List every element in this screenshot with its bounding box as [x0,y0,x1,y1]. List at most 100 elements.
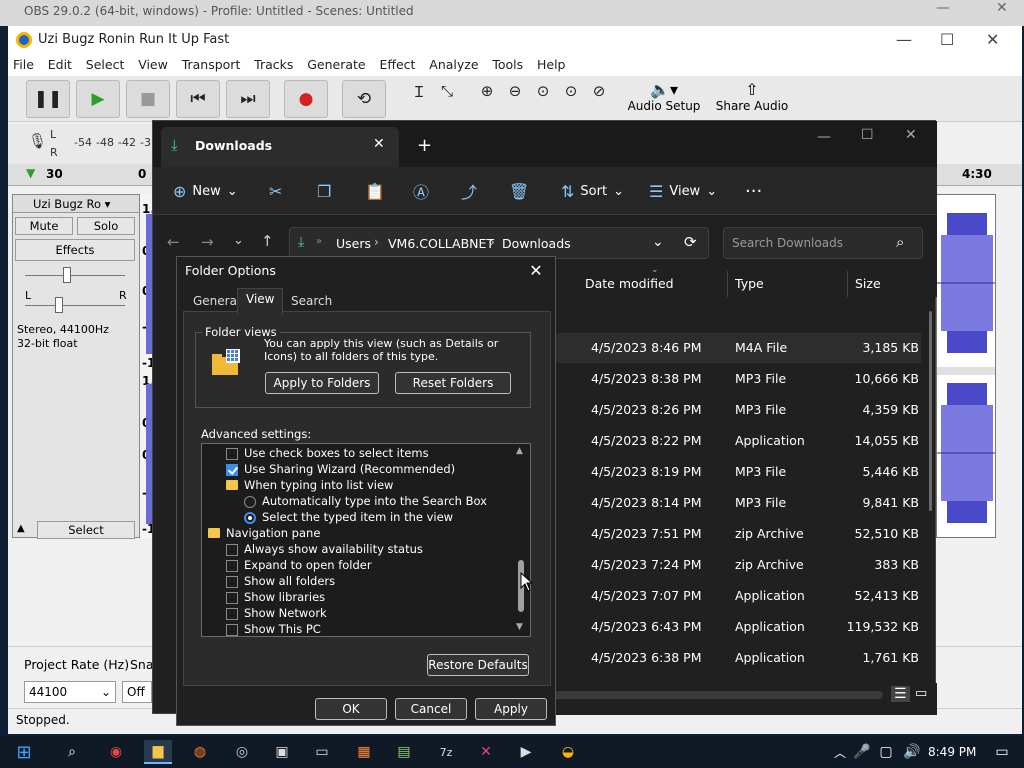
share-audio-button[interactable]: ⇧ Share Audio [714,80,790,120]
zoom-in-icon[interactable]: ⊕ [474,80,500,102]
apply-to-folders-button[interactable]: Apply to Folders [265,372,379,394]
table-row[interactable]: 4/5/2023 8:22 PM Application 14,055 KB [553,426,921,456]
solo-button[interactable]: Solo [77,217,135,235]
notification-icon[interactable]: ▭ [988,740,1016,764]
cut-button[interactable]: ✂ [269,179,282,203]
loop-button[interactable]: ⟲ [342,80,386,118]
gain-slider[interactable] [25,275,125,276]
recording-meter[interactable]: 🎙 L R -54 -48 -42 -3 [8,124,158,164]
obs-close-icon[interactable]: ✕ [996,0,1008,16]
column-type[interactable]: Type [735,276,764,291]
table-row[interactable]: 4/5/2023 7:51 PM zip Archive 52,510 KB [553,519,921,549]
fit-project-icon[interactable]: ⊙ [558,80,584,102]
new-button[interactable]: ⊕ New ⌄ [173,179,238,203]
breadcrumb-downloads[interactable]: Downloads [502,236,571,251]
tiles-view-icon[interactable]: ▭ [915,686,927,701]
checkbox[interactable] [226,560,238,572]
chrome-icon[interactable]: ◉ [102,740,130,764]
address-bar[interactable]: ⤓ » Users › VM6.COLLABNET › Downloads ⌄ … [289,227,709,259]
terminal-icon[interactable]: ▭ [308,740,336,764]
restore-defaults-button[interactable]: Restore Defaults [427,654,529,676]
checkbox[interactable] [226,576,238,588]
copy-button[interactable]: ❐ [317,179,331,203]
radio-button[interactable] [244,496,256,508]
radio-button-selected[interactable] [244,512,256,524]
effects-button[interactable]: Effects [15,239,135,261]
horizontal-scrollbar[interactable] [553,691,883,699]
checkbox[interactable] [226,624,238,636]
breadcrumb-user[interactable]: VM6.COLLABNET [388,236,494,251]
rename-button[interactable]: Ⓐ [413,179,429,203]
menu-file[interactable]: File [8,54,39,75]
menu-generate[interactable]: Generate [302,54,370,75]
menu-analyze[interactable]: Analyze [424,54,483,75]
network-icon[interactable]: ▢ [872,740,900,764]
checkbox[interactable] [226,544,238,556]
checkbox[interactable] [226,592,238,604]
new-tab-icon[interactable]: + [417,135,432,156]
menu-transport[interactable]: Transport [177,54,246,75]
checkbox-checked[interactable] [226,464,238,476]
maximize-icon[interactable]: ☐ [940,30,954,49]
file-explorer-icon[interactable]: ▆ [144,740,172,764]
tab-downloads[interactable]: ⤓ Downloads ✕ [161,127,399,167]
column-date-modified[interactable]: Date modified [585,276,674,291]
mute-button[interactable]: Mute [15,217,73,235]
skip-end-button[interactable]: ⏭ [226,80,270,118]
snap-select[interactable]: Off [122,681,152,703]
delete-button[interactable]: 🗑 [509,179,529,203]
project-rate-select[interactable]: 44100 ⌄ [24,681,116,703]
volume-icon[interactable]: 🔊 [898,740,926,764]
menu-select[interactable]: Select [81,54,130,75]
details-view-icon[interactable]: ☰ [891,686,910,702]
forward-icon[interactable]: → [201,233,214,251]
apply-button[interactable]: Apply [475,698,547,720]
notepad-icon[interactable]: ▤ [390,740,418,764]
file-list-scrollbar[interactable] [929,311,932,511]
close-icon[interactable]: ✕ [905,127,917,143]
media-player-icon[interactable]: ▶ [512,740,540,764]
reset-folders-button[interactable]: Reset Folders [395,372,511,394]
table-row[interactable]: 4/5/2023 8:19 PM MP3 File 5,446 KB [553,457,921,487]
close-icon[interactable]: ✕ [986,30,999,49]
share-button[interactable]: ⤴ [461,179,477,203]
menu-tracks[interactable]: Tracks [249,54,298,75]
record-button[interactable]: ● [284,80,328,118]
play-button[interactable]: ▶ [76,80,120,118]
refresh-icon[interactable]: ⟳ [684,233,697,251]
menu-view[interactable]: View [133,54,173,75]
up-icon[interactable]: ↑ [261,232,274,250]
minimize-icon[interactable]: — [896,30,912,49]
app-icon[interactable]: ▦ [350,740,378,764]
recent-chevron-icon[interactable]: ⌄ [233,233,244,248]
dialog-close-icon[interactable]: ✕ [523,259,549,283]
scroll-up-icon[interactable]: ▲ [516,446,523,456]
table-row[interactable]: 4/5/2023 8:14 PM MP3 File 9,841 KB [553,488,921,518]
obs-icon[interactable]: ◎ [228,740,256,764]
minimize-icon[interactable]: — [817,129,831,145]
selection-tool-icon[interactable]: Ｉ [406,80,432,102]
search-icon[interactable]: ⌕ [58,740,86,764]
obs-minimize-icon[interactable]: — [936,0,950,16]
column-size[interactable]: Size [855,276,881,291]
gain-slider-thumb[interactable] [63,267,71,283]
pause-button[interactable]: ❚❚ [26,80,70,118]
checkbox[interactable] [226,608,238,620]
column-divider[interactable] [727,271,728,297]
zoom-out-icon[interactable]: ⊖ [502,80,528,102]
collapse-track-icon[interactable]: ▲ [17,523,25,534]
stop-button[interactable]: ■ [126,80,170,118]
seven-zip-icon[interactable]: 7z [432,740,460,764]
tab-view[interactable]: View [237,288,284,314]
skip-start-button[interactable]: ⏮ [176,80,220,118]
track-select-button[interactable]: Select [37,521,135,539]
table-row[interactable]: 4/5/2023 8:38 PM MP3 File 10,666 KB [553,364,921,394]
column-divider[interactable] [847,271,848,297]
app-icon[interactable]: ✕ [472,740,500,764]
paste-button[interactable]: 📋 [365,179,385,203]
menu-help[interactable]: Help [532,54,571,75]
table-row[interactable]: 4/5/2023 7:07 PM Application 52,413 KB [553,581,921,611]
table-row[interactable]: 4/5/2023 8:26 PM MP3 File 4,359 KB [553,395,921,425]
zoom-toggle-icon[interactable]: ⊘ [586,80,612,102]
clock-time[interactable]: 8:49 PM [928,745,976,759]
